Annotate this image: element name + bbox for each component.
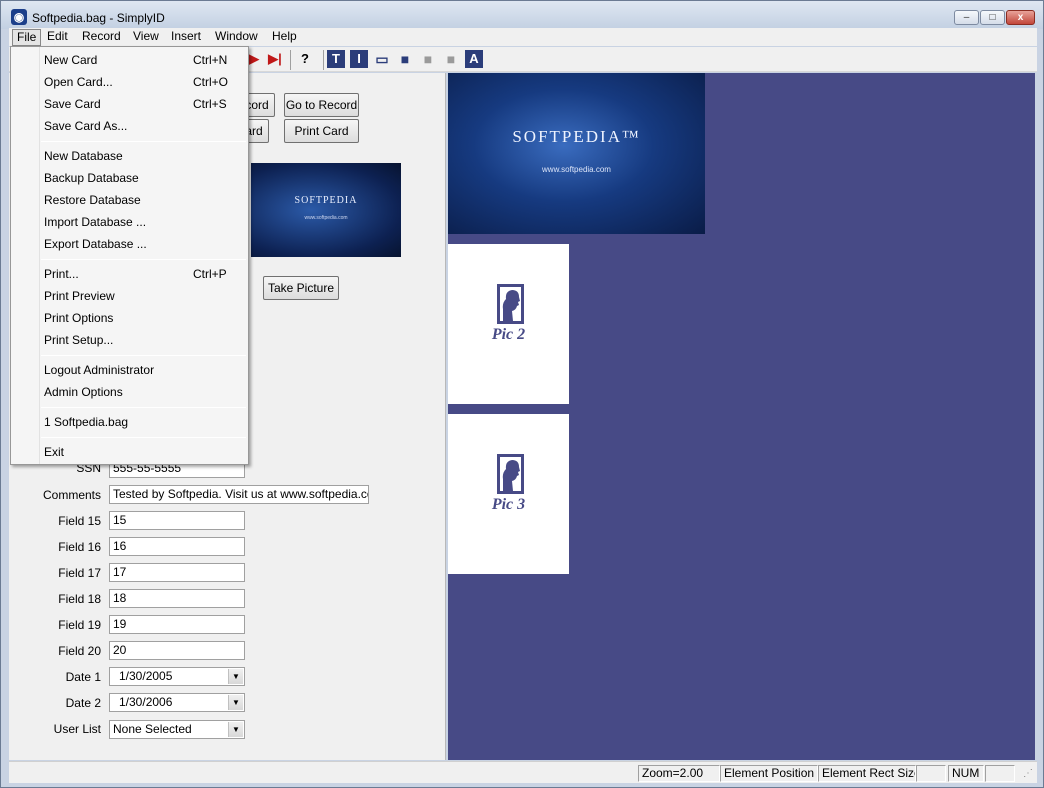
field-20-label: Field 20 bbox=[58, 644, 101, 658]
rect-tool-icon[interactable]: ▭ bbox=[373, 50, 391, 68]
field-17-label: Field 17 bbox=[58, 566, 101, 580]
portrait-icon bbox=[497, 454, 524, 494]
field-17-input[interactable]: 17 bbox=[109, 563, 245, 582]
menu-record[interactable]: Record bbox=[78, 29, 125, 46]
field-20-input[interactable]: 20 bbox=[109, 641, 245, 660]
menu-view[interactable]: View bbox=[129, 29, 163, 46]
card-thumbnail-logo: SOFTPEDIA bbox=[294, 195, 358, 206]
date-1-picker[interactable]: 1/30/2005 ▼ bbox=[109, 667, 245, 686]
menu-item-print-preview[interactable]: Print Preview bbox=[11, 286, 248, 306]
date-2-label: Date 2 bbox=[65, 696, 101, 710]
field-15-input[interactable]: 15 bbox=[109, 511, 245, 530]
pic-2-label: Pic 2 bbox=[491, 326, 526, 343]
field-16-input[interactable]: 16 bbox=[109, 537, 245, 556]
menu-separator bbox=[41, 437, 246, 438]
field-19-label: Field 19 bbox=[58, 618, 101, 632]
menu-item-open-card[interactable]: Open Card... Ctrl+O bbox=[11, 72, 248, 92]
take-picture-button[interactable]: Take Picture bbox=[263, 276, 339, 300]
status-bar: Zoom=2.00 Element Position Element Rect … bbox=[9, 761, 1037, 783]
field-tool-icon[interactable]: I bbox=[350, 50, 368, 68]
disabled-tool-icon[interactable]: ■ bbox=[419, 50, 437, 68]
menu-item-logout-administrator[interactable]: Logout Administrator bbox=[11, 360, 248, 380]
window-title: Softpedia.bag - SimplyID bbox=[32, 11, 165, 25]
user-list-value: None Selected bbox=[113, 722, 192, 736]
go-to-record-button[interactable]: Go to Record bbox=[284, 93, 359, 117]
app-window: ◉ Softpedia.bag - SimplyID – □ x File Ed… bbox=[0, 0, 1044, 788]
date-2-value: 1/30/2006 bbox=[119, 695, 173, 709]
field-16-label: Field 16 bbox=[58, 540, 101, 554]
status-empty-cell bbox=[916, 765, 946, 782]
picture-tool-icon[interactable]: ■ bbox=[396, 50, 414, 68]
chevron-down-icon[interactable]: ▼ bbox=[228, 722, 243, 737]
field-19-input[interactable]: 19 bbox=[109, 615, 245, 634]
comments-field[interactable]: Tested by Softpedia. Visit us at www.sof… bbox=[109, 485, 369, 504]
portrait-icon bbox=[497, 284, 524, 324]
zoom-status: Zoom=2.00 bbox=[638, 765, 720, 782]
card-thumbnail: SOFTPEDIA www.softpedia.com bbox=[251, 163, 401, 257]
print-card-button[interactable]: Print Card bbox=[284, 119, 359, 143]
menu-item-backup-database[interactable]: Backup Database bbox=[11, 168, 248, 188]
field-18-label: Field 18 bbox=[58, 592, 101, 606]
menu-item-print-options[interactable]: Print Options bbox=[11, 308, 248, 328]
title-bar: ◉ Softpedia.bag - SimplyID – □ x bbox=[1, 1, 1043, 29]
menu-item-restore-database[interactable]: Restore Database bbox=[11, 190, 248, 210]
menu-file[interactable]: File bbox=[12, 29, 42, 46]
menu-separator bbox=[41, 355, 246, 356]
menu-help[interactable]: Help bbox=[268, 29, 301, 46]
menu-item-exit[interactable]: Exit bbox=[11, 442, 248, 462]
card-thumbnail-url: www.softpedia.com bbox=[304, 215, 348, 221]
menu-edit[interactable]: Edit bbox=[43, 29, 72, 46]
toolbar-separator bbox=[290, 50, 291, 70]
pic-2-placeholder[interactable]: Pic 2 bbox=[448, 244, 569, 404]
menu-item-admin-options[interactable]: Admin Options bbox=[11, 382, 248, 402]
card-background-image[interactable]: SOFTPEDIA™ www.softpedia.com bbox=[448, 73, 705, 234]
card-url: www.softpedia.com bbox=[542, 165, 611, 174]
menu-separator bbox=[41, 141, 246, 142]
chevron-down-icon[interactable]: ▼ bbox=[228, 669, 243, 684]
menu-item-recent-file[interactable]: 1 Softpedia.bag bbox=[11, 412, 248, 432]
help-icon[interactable]: ? bbox=[296, 50, 314, 68]
element-rect-size-status: Element Rect Size bbox=[818, 765, 916, 782]
date-1-label: Date 1 bbox=[65, 670, 101, 684]
close-button[interactable]: x bbox=[1006, 10, 1035, 25]
field-18-input[interactable]: 18 bbox=[109, 589, 245, 608]
disabled-tool-icon[interactable]: ■ bbox=[442, 50, 460, 68]
menu-item-save-card-as[interactable]: Save Card As... bbox=[11, 116, 248, 136]
minimize-button[interactable]: – bbox=[954, 10, 979, 25]
pic-3-placeholder[interactable]: Pic 3 bbox=[448, 414, 569, 574]
status-empty-cell bbox=[985, 765, 1015, 782]
menu-item-save-card[interactable]: Save Card Ctrl+S bbox=[11, 94, 248, 114]
app-icon[interactable]: ◉ bbox=[11, 9, 27, 25]
pic-3-label: Pic 3 bbox=[491, 496, 526, 513]
date-2-picker[interactable]: 1/30/2006 ▼ bbox=[109, 693, 245, 712]
menu-item-new-database[interactable]: New Database bbox=[11, 146, 248, 166]
menu-bar: File Edit Record View Insert Window Help bbox=[9, 28, 1037, 46]
menu-item-export-database[interactable]: Export Database ... bbox=[11, 234, 248, 254]
menu-separator bbox=[41, 407, 246, 408]
card-design-canvas[interactable]: SOFTPEDIA™ www.softpedia.com Pic 2 Pic 3 bbox=[448, 73, 1035, 760]
text-tool-icon[interactable]: T bbox=[327, 50, 345, 68]
field-15-label: Field 15 bbox=[58, 514, 101, 528]
menu-insert[interactable]: Insert bbox=[167, 29, 205, 46]
menu-separator bbox=[41, 259, 246, 260]
card-logo: SOFTPEDIA™ bbox=[512, 127, 641, 146]
file-menu-dropdown: New Card Ctrl+N Open Card... Ctrl+O Save C… bbox=[10, 46, 249, 465]
maximize-button[interactable]: □ bbox=[980, 10, 1005, 25]
element-position-status: Element Position bbox=[720, 765, 818, 782]
menu-item-import-database[interactable]: Import Database ... bbox=[11, 212, 248, 232]
user-list-select[interactable]: None Selected ▼ bbox=[109, 720, 245, 739]
last-record-icon[interactable]: ▶| bbox=[266, 50, 284, 68]
menu-item-print[interactable]: Print... Ctrl+P bbox=[11, 264, 248, 284]
comments-label: Comments bbox=[42, 488, 101, 502]
toolbar-separator bbox=[323, 50, 324, 70]
menu-item-print-setup[interactable]: Print Setup... bbox=[11, 330, 248, 350]
num-lock-status: NUM bbox=[948, 765, 984, 782]
chevron-down-icon[interactable]: ▼ bbox=[228, 695, 243, 710]
font-tool-icon[interactable]: A bbox=[465, 50, 483, 68]
menu-window[interactable]: Window bbox=[211, 29, 262, 46]
menu-item-new-card[interactable]: New Card Ctrl+N bbox=[11, 50, 248, 70]
date-1-value: 1/30/2005 bbox=[119, 669, 173, 683]
resize-grip-icon[interactable]: ⋰ bbox=[1023, 768, 1033, 779]
user-list-label: User List bbox=[53, 722, 101, 736]
